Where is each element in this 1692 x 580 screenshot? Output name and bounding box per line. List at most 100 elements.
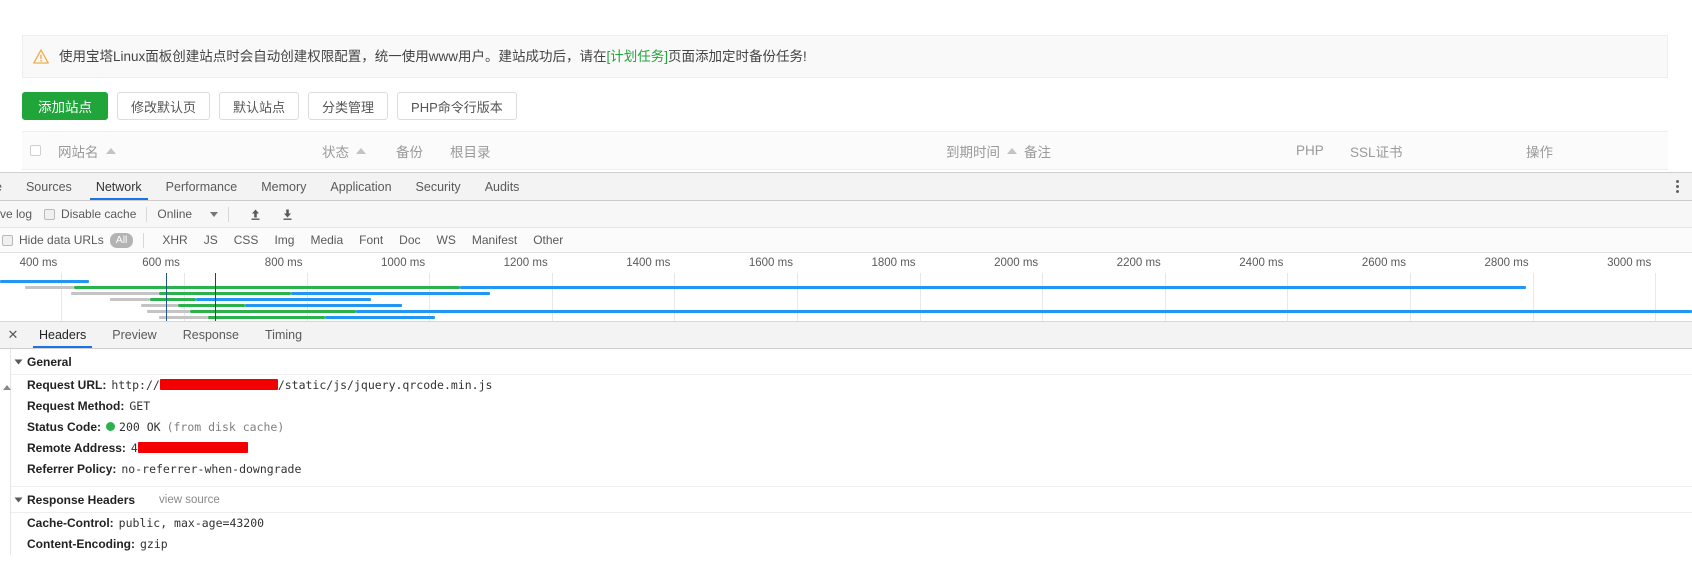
disable-cache-checkbox[interactable]: Disable cache <box>44 207 136 221</box>
tab-audits[interactable]: Audits <box>473 173 532 200</box>
detail-tab-headers[interactable]: Headers <box>26 322 99 348</box>
waterfall-bar[interactable] <box>355 310 1692 313</box>
filter-type-css[interactable]: CSS <box>226 233 267 247</box>
detail-tab-response[interactable]: Response <box>170 322 252 348</box>
waterfall-bar[interactable] <box>159 292 292 295</box>
row-request-method: Request Method: GET <box>0 396 1692 417</box>
bt-panel-region: 使用宝塔Linux面板创建站点时会自动创建权限配置，统一使用www用户。建站成功… <box>0 0 1692 172</box>
waterfall-bar[interactable] <box>24 286 74 289</box>
tab-application[interactable]: Application <box>318 173 403 200</box>
throttling-select[interactable]: Online <box>157 207 219 221</box>
filter-type-doc[interactable]: Doc <box>391 233 428 247</box>
select-all-checkbox[interactable] <box>30 132 41 169</box>
waterfall-bar[interactable] <box>245 304 402 307</box>
detail-tab-preview[interactable]: Preview <box>99 322 169 348</box>
ruler-tick-label: 1000 ms <box>381 257 426 269</box>
column-header-backup[interactable]: 备份 <box>396 132 423 169</box>
tab-security[interactable]: Security <box>404 173 473 200</box>
field-key: Cache-Control: <box>27 516 114 530</box>
waterfall-bar[interactable] <box>147 310 191 313</box>
column-header-actions[interactable]: 操作 <box>1526 132 1553 169</box>
filter-type-img[interactable]: Img <box>266 233 302 247</box>
field-key: Content-Encoding: <box>27 537 135 551</box>
upload-arrow-icon[interactable] <box>247 206 263 222</box>
filter-type-font[interactable]: Font <box>351 233 391 247</box>
tab-performance[interactable]: Performance <box>154 173 250 200</box>
ruler-gridline <box>306 273 308 321</box>
row-content-encoding: Content-Encoding: gzip <box>0 534 1692 555</box>
column-header-expiry[interactable]: 到期时间 <box>946 132 1017 169</box>
ruler-tick-label: 2600 ms <box>1361 257 1406 269</box>
preserve-log-label[interactable]: ve log <box>0 207 32 221</box>
waterfall-bar[interactable] <box>0 280 89 283</box>
section-general-header[interactable]: General <box>0 349 1692 375</box>
column-header-php[interactable]: PHP <box>1296 132 1324 169</box>
tab-network[interactable]: Network <box>84 173 154 200</box>
notice-text: 使用宝塔Linux面板创建站点时会自动创建权限配置，统一使用www用户。建站成功… <box>59 50 807 64</box>
category-management-button[interactable]: 分类管理 <box>308 92 389 120</box>
download-arrow-icon[interactable] <box>279 206 295 222</box>
waterfall-bar[interactable] <box>159 316 209 319</box>
view-source-link[interactable]: view source <box>159 494 220 506</box>
filter-type-xhr[interactable]: XHR <box>154 233 195 247</box>
waterfall-bar[interactable] <box>141 304 178 307</box>
scroll-up-icon[interactable] <box>3 385 11 390</box>
column-label: 根目录 <box>450 144 491 160</box>
notice-text-after: 页面添加定时备份任务! <box>668 48 807 64</box>
filter-type-manifest[interactable]: Manifest <box>464 233 525 247</box>
sort-caret-icon <box>1007 147 1017 154</box>
default-site-button[interactable]: 默认站点 <box>219 92 300 120</box>
screenshot-root: 使用宝塔Linux面板创建站点时会自动创建权限配置，统一使用www用户。建站成功… <box>0 0 1692 580</box>
throttling-value: Online <box>157 207 193 221</box>
php-cli-version-button[interactable]: PHP命令行版本 <box>397 92 517 120</box>
column-header-status[interactable]: 状态 <box>322 132 366 169</box>
waterfall-bar[interactable] <box>324 316 436 319</box>
row-request-url: Request URL: http:// /static/js/jquery.qr… <box>0 375 1692 396</box>
waterfall-bar[interactable] <box>110 298 151 301</box>
tab-memory[interactable]: Memory <box>249 173 318 200</box>
detail-tab-timing[interactable]: Timing <box>252 322 315 348</box>
waterfall-bar[interactable] <box>73 286 460 289</box>
waterfall-bar[interactable] <box>208 316 325 319</box>
ruler-gridline <box>796 273 798 321</box>
waterfall-bar[interactable] <box>459 286 1527 289</box>
column-header-remark[interactable]: 备注 <box>1024 132 1051 169</box>
waterfall-bar[interactable] <box>150 298 197 301</box>
column-header-sitename[interactable]: 网站名 <box>58 132 116 169</box>
ruler-tick-label: 1600 ms <box>748 257 793 269</box>
column-header-rootdir[interactable]: 根目录 <box>450 132 491 169</box>
notice-link[interactable]: [计划任务] <box>607 49 669 64</box>
filter-all-pill[interactable]: All <box>109 232 134 248</box>
ruler-tick-label: 2200 ms <box>1116 257 1161 269</box>
waterfall-bar[interactable] <box>177 304 246 307</box>
ruler-gridline <box>919 273 921 321</box>
field-key: Referrer Policy: <box>27 462 117 476</box>
hide-data-urls-checkbox[interactable]: Hide data URLs <box>2 233 104 247</box>
close-icon[interactable]: ✕ <box>0 322 26 348</box>
waterfall-bar[interactable] <box>291 292 491 295</box>
section-general-label: General <box>27 355 72 369</box>
filter-type-js[interactable]: JS <box>196 233 226 247</box>
network-waterfall[interactable]: 400 ms 600 ms 800 ms 1000 ms 1200 ms 1400 ms 1… <box>0 253 1692 322</box>
tab-sources[interactable]: Sources <box>14 173 84 200</box>
filter-type-media[interactable]: Media <box>302 233 351 247</box>
disable-cache-label: Disable cache <box>61 207 137 221</box>
section-response-headers-header[interactable]: Response Headers view source <box>0 486 1692 513</box>
field-value: public, max-age=43200 <box>118 516 265 530</box>
tab-console-clipped[interactable]: e <box>0 173 14 200</box>
filter-type-ws[interactable]: WS <box>429 233 464 247</box>
waterfall-bar[interactable] <box>70 292 160 295</box>
detail-content: General Request URL: http:// /static/js/j… <box>0 349 1692 555</box>
waterfall-bar[interactable] <box>196 298 371 301</box>
modify-default-page-button[interactable]: 修改默认页 <box>117 92 211 120</box>
request-detail-pane: ✕ Headers Preview Response Timing Genera… <box>0 322 1692 569</box>
detail-tab-bar: ✕ Headers Preview Response Timing <box>0 322 1692 349</box>
devtools-more-menu-icon[interactable] <box>1668 173 1686 200</box>
action-button-row: 添加站点 修改默认页 默认站点 分类管理 PHP命令行版本 <box>22 92 526 120</box>
filter-type-other[interactable]: Other <box>525 233 571 247</box>
ruler-tick-label: 1800 ms <box>871 257 916 269</box>
add-site-button[interactable]: 添加站点 <box>22 92 108 120</box>
ruler-gridline <box>1410 273 1411 321</box>
column-header-ssl[interactable]: SSL证书 <box>1350 132 1403 169</box>
row-cache-control: Cache-Control: public, max-age=43200 <box>0 513 1692 534</box>
